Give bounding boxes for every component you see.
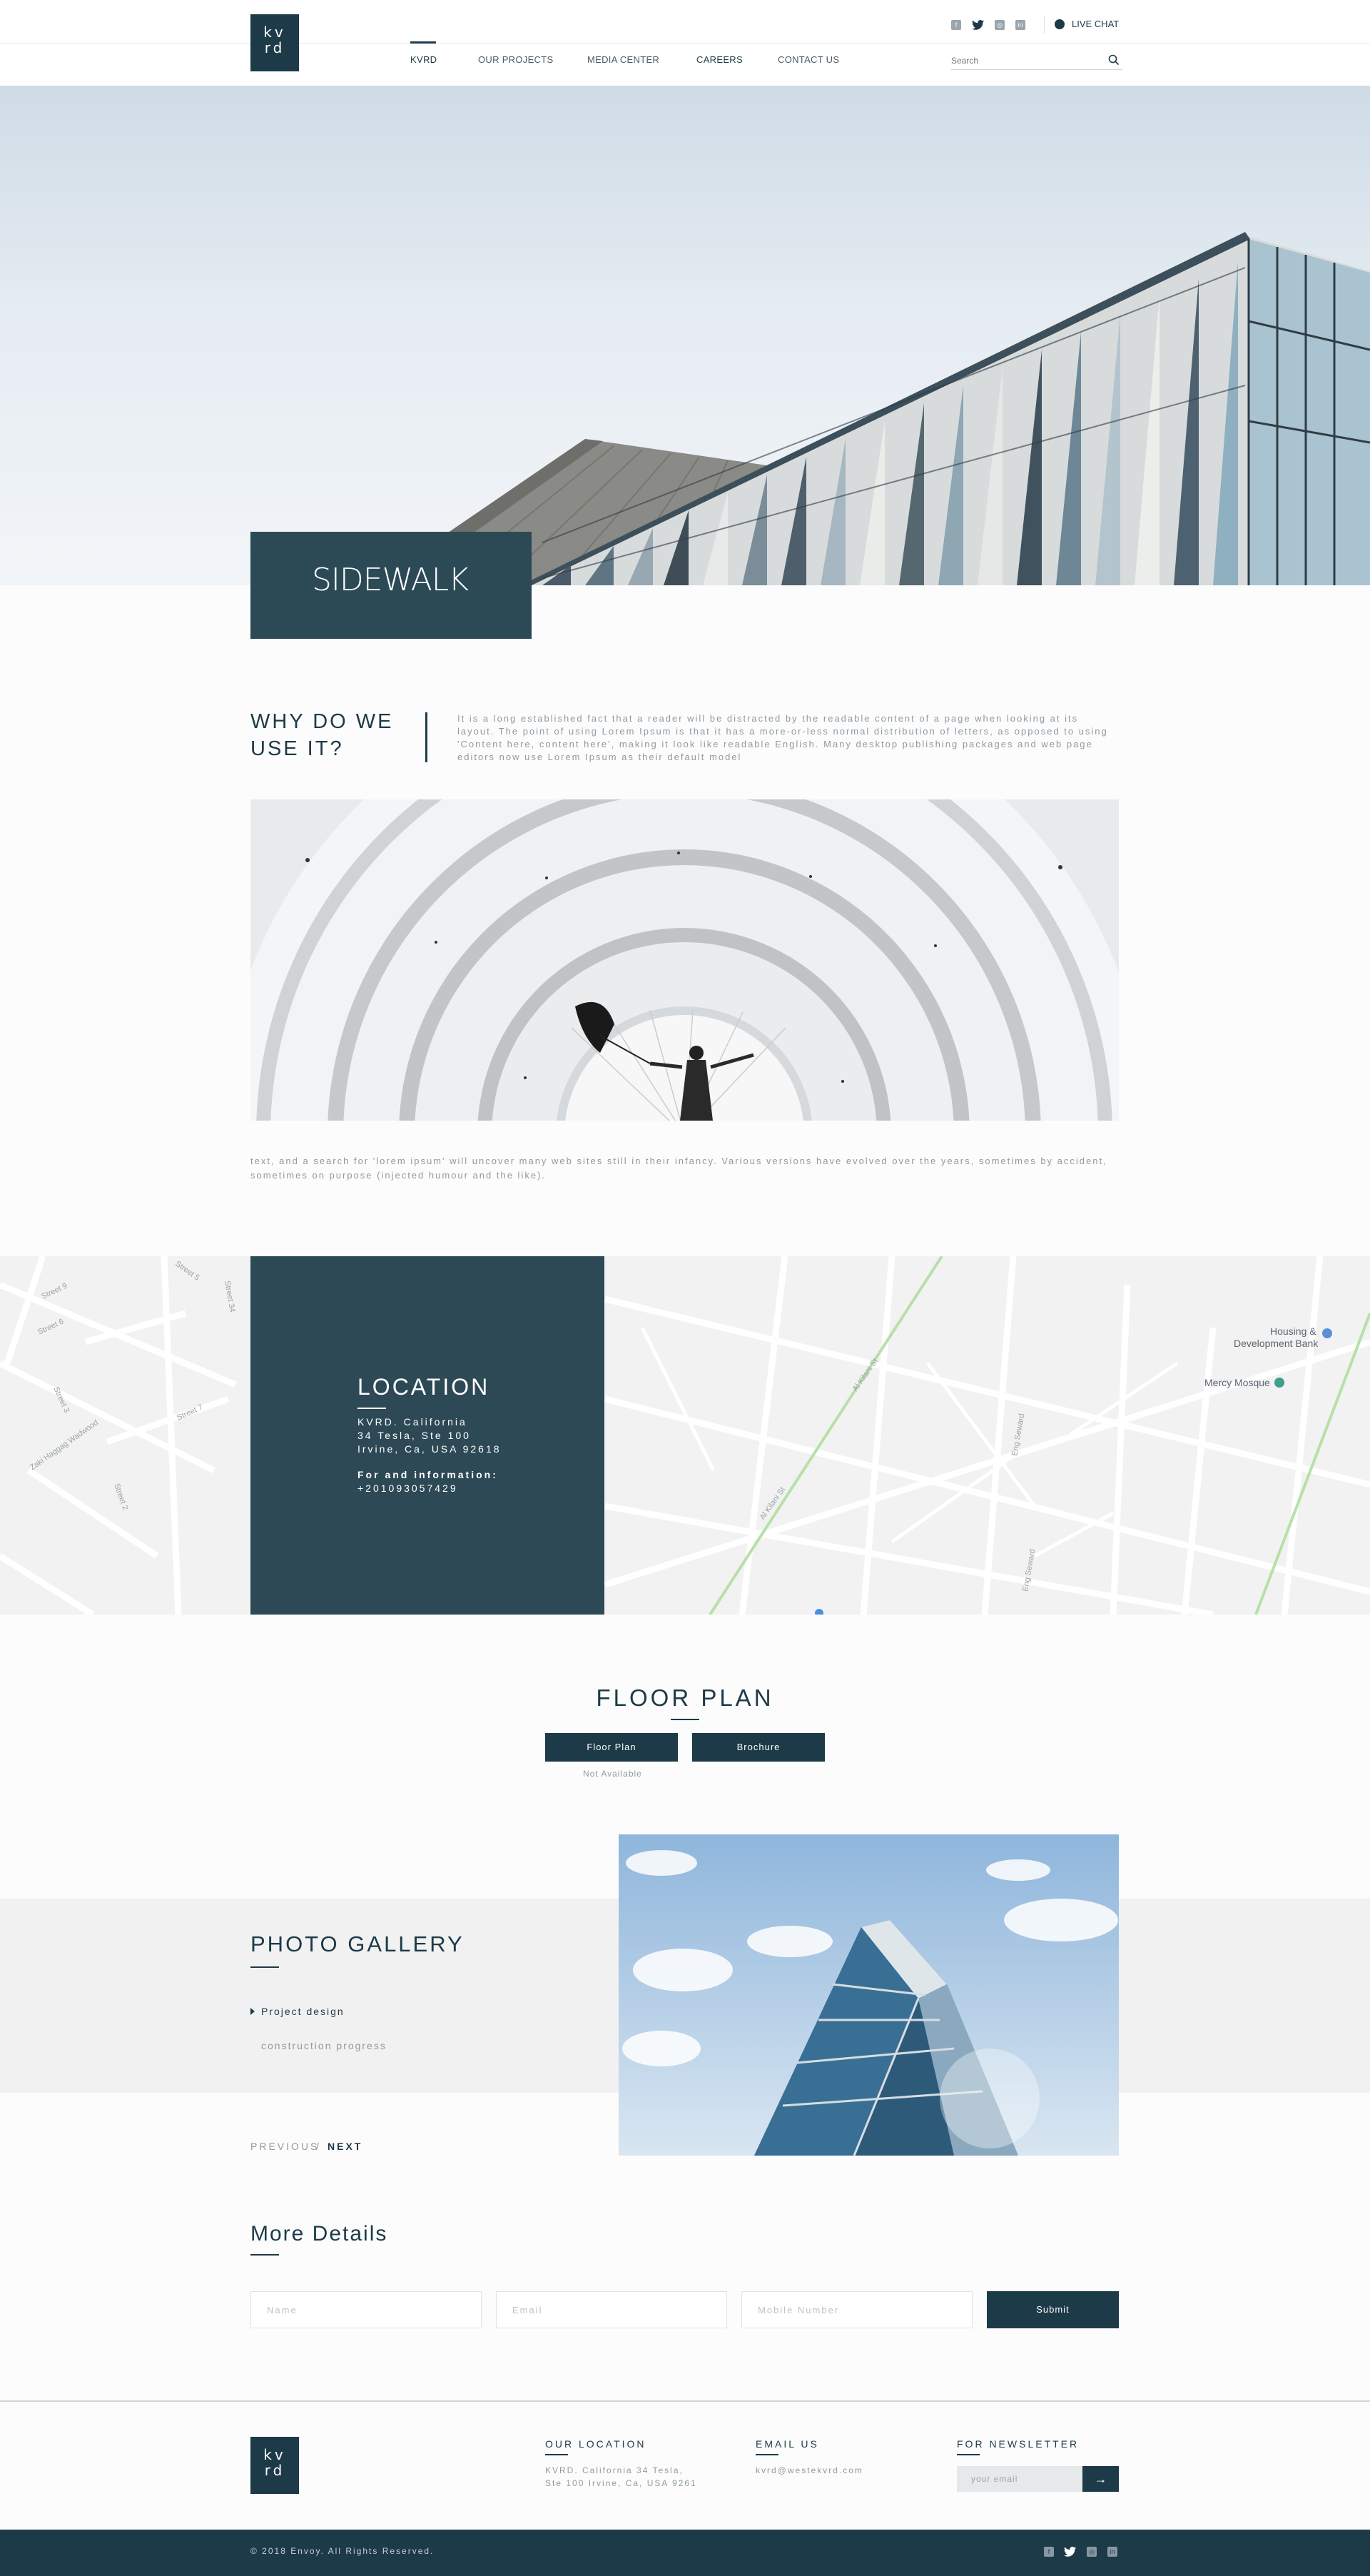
map-illustration: Street 9 Street 6 Street 5 Street 34 Str… xyxy=(0,1256,1370,1615)
hero-title: SIDEWALK xyxy=(312,562,469,598)
name-field[interactable] xyxy=(250,2291,482,2328)
location-title: LOCATION xyxy=(357,1374,490,1400)
hero-building-illustration xyxy=(371,232,1370,585)
why-description: It is a long established fact that a rea… xyxy=(457,713,1108,762)
why-title-line-2: USE IT? xyxy=(250,737,344,760)
footer-newsletter-title: FOR NEWSLETTER xyxy=(957,2438,1080,2450)
gallery-building-illustration xyxy=(619,1834,1119,2156)
location-map[interactable]: Street 9 Street 6 Street 5 Street 34 Str… xyxy=(0,1256,1370,1615)
location-title-underline xyxy=(357,1408,386,1409)
location-card: LOCATION KVRD. California 34 Tesla, Ste … xyxy=(250,1256,604,1615)
linkedin-icon[interactable]: in xyxy=(1015,20,1025,30)
instagram-icon[interactable]: ◎ xyxy=(995,20,1005,30)
phone-number[interactable]: +201093057429 xyxy=(357,1482,458,1495)
chat-icon[interactable] xyxy=(1055,19,1065,29)
footer-newsletter-underline xyxy=(957,2454,980,2455)
email-field[interactable] xyxy=(496,2291,727,2328)
nav-careers[interactable]: CAREERS xyxy=(696,54,743,65)
map-label-bank: Housing & xyxy=(1270,1325,1316,1337)
site-header xyxy=(0,0,1370,86)
footer-facebook-icon[interactable]: f xyxy=(1044,2547,1054,2557)
gallery-title-underline xyxy=(250,1966,279,1968)
search-icon[interactable] xyxy=(1108,54,1120,66)
body-paragraph: text, and a search for 'lorem ipsum' wil… xyxy=(250,1156,1107,1181)
not-available-note: Not Available xyxy=(583,1769,642,1779)
logo-line-2: rd xyxy=(264,39,285,56)
logo[interactable]: kv rd xyxy=(250,14,299,71)
footer-email-title: EMAIL US xyxy=(756,2438,819,2450)
why-title-line-1: WHY DO WE xyxy=(250,710,394,733)
mobile-number-field[interactable] xyxy=(741,2291,973,2328)
arch-illustration xyxy=(250,799,1119,1121)
footer-location-title: OUR LOCATION xyxy=(545,2438,646,2450)
gallery-title: PHOTO GALLERY xyxy=(250,1931,465,1956)
previous-link[interactable]: PREVIOUS xyxy=(250,2141,319,2152)
gallery-photo[interactable] xyxy=(619,1834,1119,2156)
logo-line-1: kv xyxy=(263,24,286,41)
footer-logo[interactable]: kv rd xyxy=(250,2437,299,2494)
map-label-bank-2: Development Bank xyxy=(1234,1338,1319,1349)
footer-logo-line-1: kv xyxy=(263,2446,286,2463)
twitter-icon[interactable] xyxy=(972,19,985,34)
floor-plan-button[interactable]: Floor Plan xyxy=(545,1733,678,1762)
nav-contact-us[interactable]: CONTACT US xyxy=(778,54,839,65)
live-chat-link[interactable]: LIVE CHAT xyxy=(1072,19,1119,29)
footer-email-link[interactable]: kvrd@westekvrd.com xyxy=(756,2464,863,2477)
nav-our-projects[interactable]: OUR PROJECTS xyxy=(478,54,553,65)
floor-plan-title: FLOOR PLAN xyxy=(596,1684,774,1711)
why-title: WHY DO WE USE IT? xyxy=(250,708,415,762)
footer-divider xyxy=(0,2400,1370,2402)
copyright: © 2018 Envoy. All Rights Reserved. xyxy=(250,2546,435,2556)
why-divider xyxy=(425,712,427,762)
brochure-button[interactable]: Brochure xyxy=(692,1733,825,1762)
architecture-photo xyxy=(250,799,1119,1121)
more-details-underline xyxy=(250,2254,279,2256)
newsletter-submit-button[interactable]: → xyxy=(1082,2466,1119,2492)
newsletter-email-input[interactable] xyxy=(957,2466,1082,2492)
floor-plan-underline xyxy=(671,1719,699,1720)
map-label-mosque: Mercy Mosque xyxy=(1204,1377,1270,1388)
header-divider xyxy=(0,43,1370,44)
facebook-icon[interactable]: f xyxy=(951,20,961,30)
address-line-1: KVRD. California xyxy=(357,1416,467,1428)
nav-active-indicator xyxy=(410,41,436,44)
gallery-item-construction-progress[interactable]: construction progress xyxy=(261,2040,387,2051)
pagination-separator: / xyxy=(316,2141,319,2152)
footer-location-line-2: Ste 100 Irvine, Ca, USA 9261 xyxy=(545,2478,697,2488)
next-link[interactable]: NEXT xyxy=(328,2141,362,2152)
more-details-title: More Details xyxy=(250,2222,388,2246)
footer-bottom-bar xyxy=(0,2530,1370,2576)
gallery-item-project-design[interactable]: Project design xyxy=(261,2006,345,2017)
footer-logo-line-2: rd xyxy=(264,2462,285,2479)
header-separator xyxy=(1044,16,1045,34)
search-input[interactable] xyxy=(951,51,1122,70)
address-line-2: 34 Tesla, Ste 100 xyxy=(357,1430,471,1441)
submit-button[interactable]: Submit xyxy=(987,2291,1119,2328)
footer-instagram-icon[interactable]: ◎ xyxy=(1087,2547,1097,2557)
address-line-3: Irvine, Ca, USA 92618 xyxy=(357,1443,502,1455)
active-arrow-icon xyxy=(250,2008,255,2015)
footer-location-line-1: KVRD. California 34 Tesla, xyxy=(545,2465,684,2475)
nav-kvrd[interactable]: KVRD xyxy=(410,54,437,65)
arrow-right-icon: → xyxy=(1094,2472,1107,2486)
nav-media-center[interactable]: MEDIA CENTER xyxy=(587,54,659,65)
footer-linkedin-icon[interactable]: in xyxy=(1107,2547,1117,2557)
hero-image xyxy=(0,86,1370,585)
footer-email-underline xyxy=(756,2454,778,2455)
info-label: For and information: xyxy=(357,1469,498,1480)
hero-title-card: SIDEWALK xyxy=(250,532,532,639)
footer-location-underline xyxy=(545,2454,568,2455)
footer-twitter-icon[interactable] xyxy=(1064,2546,1077,2561)
